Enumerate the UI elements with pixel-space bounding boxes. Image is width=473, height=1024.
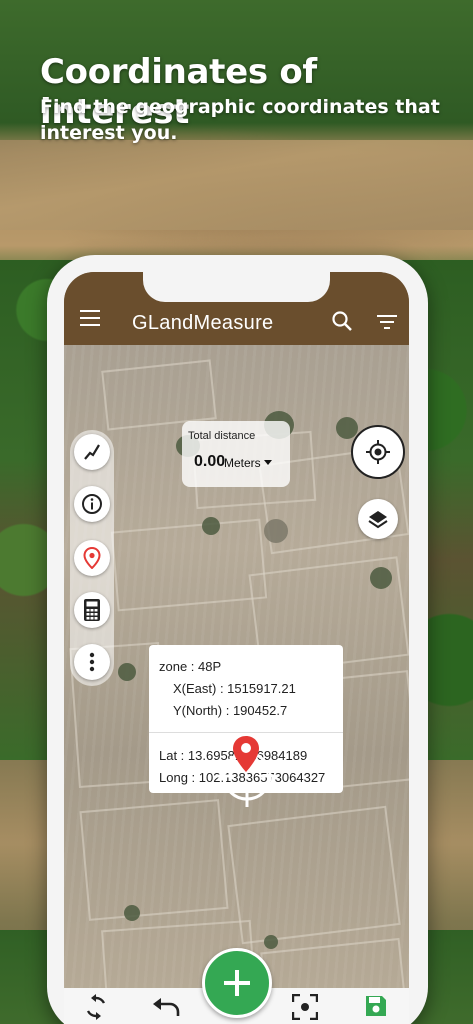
pond — [264, 519, 288, 543]
satellite-map[interactable]: Total distance 0.00 Meters zone : 48P X(… — [64, 345, 409, 1024]
field-parcel — [227, 805, 401, 945]
calculator-icon — [84, 599, 100, 621]
tree — [118, 663, 136, 681]
add-point-button[interactable] — [202, 948, 272, 1018]
more-tool-button[interactable] — [74, 644, 110, 680]
card-divider — [149, 732, 343, 733]
location-pin-tool-button[interactable] — [74, 540, 110, 576]
focus-capture-icon[interactable] — [292, 994, 318, 1020]
tree — [370, 567, 392, 589]
map-layers-button[interactable] — [358, 499, 398, 539]
calculator-tool-button[interactable] — [74, 592, 110, 628]
background-river — [0, 140, 473, 230]
total-distance-label: Total distance — [188, 430, 256, 442]
utm-zone: zone : 48P — [159, 659, 222, 674]
chevron-down-icon[interactable] — [264, 460, 272, 465]
rotate-icon[interactable] — [84, 994, 108, 1020]
more-vertical-icon — [89, 652, 95, 672]
my-location-button[interactable] — [351, 425, 405, 479]
filter-icon[interactable] — [377, 314, 397, 330]
map-marker-icon[interactable] — [231, 735, 261, 773]
promo-subline: Find the geographic coordinates that int… — [40, 96, 440, 144]
polyline-icon — [84, 444, 100, 460]
field-parcel — [79, 799, 229, 921]
tree — [202, 517, 220, 535]
info-icon — [82, 494, 102, 514]
tree — [336, 417, 358, 439]
utm-northing: Y(North) : 190452.7 — [173, 703, 288, 718]
polyline-tool-button[interactable] — [74, 434, 110, 470]
total-distance-panel: Total distance 0.00 Meters — [182, 421, 290, 487]
save-icon[interactable] — [364, 994, 388, 1018]
utm-easting: X(East) : 1515917.21 — [173, 681, 296, 696]
distance-unit-select[interactable]: Meters — [224, 456, 261, 470]
total-distance-value: 0.00 — [194, 453, 226, 470]
menu-icon[interactable] — [80, 310, 100, 331]
search-icon[interactable] — [331, 310, 353, 332]
location-pin-icon — [83, 547, 101, 569]
tree — [124, 905, 140, 921]
info-tool-button[interactable] — [74, 486, 110, 522]
app-title: GLandMeasure — [132, 312, 274, 334]
add-icon — [224, 970, 250, 996]
field-parcel — [110, 518, 268, 612]
app-screen: Total distance 0.00 Meters zone : 48P X(… — [64, 272, 409, 1024]
layers-icon — [368, 511, 388, 529]
phone-notch — [143, 266, 330, 302]
gps-target-icon — [366, 440, 390, 464]
map-tool-strip — [70, 430, 114, 686]
field-parcel — [101, 359, 217, 431]
tree — [264, 935, 278, 949]
undo-icon[interactable] — [152, 998, 180, 1018]
